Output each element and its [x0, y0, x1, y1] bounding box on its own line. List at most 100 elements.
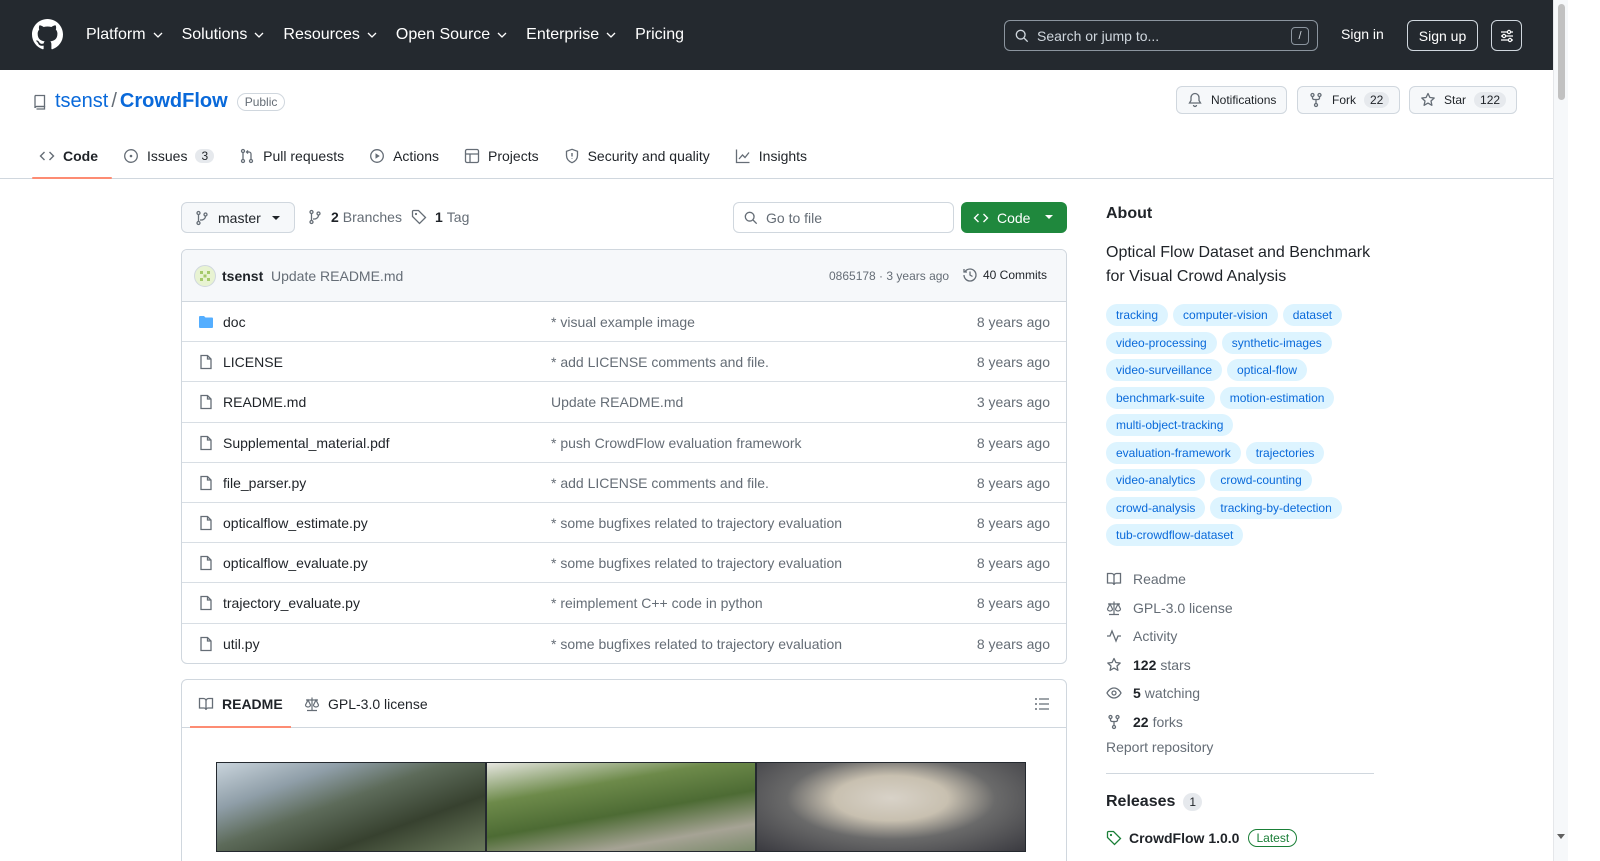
- fork-button[interactable]: Fork 22: [1297, 86, 1401, 114]
- tab-pull-requests[interactable]: Pull requests: [232, 134, 358, 178]
- tab-projects[interactable]: Projects: [457, 134, 553, 178]
- file-commit-message[interactable]: * add LICENSE comments and file.: [551, 354, 769, 370]
- topic-tag[interactable]: video-analytics: [1106, 469, 1206, 491]
- nav-resources[interactable]: Resources: [283, 26, 377, 44]
- star-button[interactable]: Star 122: [1409, 86, 1518, 114]
- file-name-link[interactable]: LICENSE: [223, 354, 283, 370]
- table-icon: [464, 148, 480, 164]
- topic-tag[interactable]: optical-flow: [1227, 359, 1308, 381]
- file-commit-message[interactable]: Update README.md: [551, 394, 683, 410]
- report-repository-link[interactable]: Report repository: [1106, 739, 1213, 755]
- sign-up-button[interactable]: Sign up: [1407, 20, 1478, 51]
- file-commit-message[interactable]: * push CrowdFlow evaluation framework: [551, 435, 802, 451]
- tab-security[interactable]: Security and quality: [557, 134, 724, 178]
- appearance-settings-button[interactable]: [1491, 20, 1522, 51]
- file-row[interactable]: Supplemental_material.pdf * push CrowdFl…: [182, 423, 1066, 463]
- topic-tag[interactable]: video-processing: [1106, 331, 1217, 354]
- commit-hash-age[interactable]: 0865178 · 3 years ago: [829, 269, 949, 283]
- file-name-link[interactable]: doc: [223, 314, 246, 330]
- topic-tag[interactable]: synthetic-images: [1221, 331, 1332, 354]
- tab-code[interactable]: Code: [32, 134, 112, 179]
- file-age: 8 years ago: [976, 314, 1050, 330]
- topic-tag[interactable]: crowd-analysis: [1106, 496, 1206, 519]
- file-name-link[interactable]: README.md: [223, 394, 306, 410]
- commits-history-link[interactable]: 40 Commits: [962, 267, 1047, 283]
- tags-link[interactable]: 1 Tag: [411, 209, 469, 225]
- stars-link[interactable]: 122 stars: [1106, 651, 1233, 680]
- pulse-icon: [1107, 629, 1121, 644]
- file-row[interactable]: opticalflow_evaluate.py * some bugfixes …: [182, 543, 1066, 584]
- file-commit-message[interactable]: * some bugfixes related to trajectory ev…: [551, 555, 842, 571]
- file-commit-message[interactable]: * add LICENSE comments and file.: [551, 475, 769, 491]
- file-name-link[interactable]: opticalflow_estimate.py: [223, 515, 368, 531]
- nav-open-source[interactable]: Open Source: [396, 26, 508, 44]
- eye-icon: [1106, 687, 1122, 699]
- releases-heading[interactable]: Releases 1: [1106, 793, 1203, 811]
- global-nav: Platform Solutions Resources Open Source…: [86, 0, 702, 70]
- topic-tag[interactable]: video-surveillance: [1106, 359, 1223, 381]
- sign-in-link[interactable]: Sign in: [1341, 26, 1384, 42]
- branches-link[interactable]: 2 Branches: [307, 209, 402, 225]
- file-row[interactable]: util.py * some bugfixes related to traje…: [182, 624, 1066, 664]
- repo-name-link[interactable]: CrowdFlow: [120, 90, 228, 113]
- topic-tag[interactable]: evaluation-framework: [1106, 441, 1241, 464]
- repo-owner-link[interactable]: tsenst: [55, 90, 108, 113]
- file-name-link[interactable]: util.py: [223, 636, 260, 652]
- file-row[interactable]: README.md Update README.md 3 years ago: [182, 382, 1066, 423]
- file-name-link[interactable]: file_parser.py: [223, 475, 306, 491]
- topic-tag[interactable]: motion-estimation: [1219, 386, 1335, 409]
- scroll-down-arrow-icon[interactable]: [1557, 834, 1565, 839]
- tab-license[interactable]: GPL-3.0 license: [304, 680, 428, 727]
- activity-link[interactable]: Activity: [1106, 622, 1233, 651]
- latest-release-link[interactable]: CrowdFlow 1.0.0 Latest: [1106, 829, 1298, 847]
- topic-tag[interactable]: crowd-counting: [1210, 469, 1312, 491]
- code-dropdown-button[interactable]: Code: [961, 202, 1067, 233]
- avatar[interactable]: [194, 265, 216, 287]
- nav-enterprise[interactable]: Enterprise: [526, 26, 617, 44]
- notifications-button[interactable]: Notifications: [1176, 86, 1288, 114]
- topic-tag[interactable]: computer-vision: [1173, 304, 1278, 326]
- forks-link[interactable]: 22 forks: [1106, 708, 1233, 737]
- topic-tag[interactable]: multi-object-tracking: [1106, 414, 1234, 436]
- topic-tag[interactable]: tracking-by-detection: [1210, 496, 1342, 519]
- file-row[interactable]: LICENSE * add LICENSE comments and file.…: [182, 342, 1066, 383]
- github-logo-icon[interactable]: [32, 19, 63, 50]
- tab-insights[interactable]: Insights: [728, 134, 821, 178]
- go-to-file-input[interactable]: Go to file: [733, 202, 954, 233]
- file-row[interactable]: file_parser.py * add LICENSE comments an…: [182, 463, 1066, 503]
- topic-tag[interactable]: dataset: [1282, 304, 1343, 326]
- tab-actions[interactable]: Actions: [362, 134, 453, 178]
- file-row[interactable]: trajectory_evaluate.py * reimplement C++…: [182, 583, 1066, 624]
- nav-solutions[interactable]: Solutions: [182, 26, 266, 44]
- star-label: Star: [1444, 93, 1467, 107]
- file-name-link[interactable]: trajectory_evaluate.py: [223, 595, 360, 611]
- commit-author-link[interactable]: tsenst: [222, 268, 263, 284]
- file-row[interactable]: opticalflow_estimate.py * some bugfixes …: [182, 503, 1066, 544]
- watching-link[interactable]: 5 watching: [1106, 679, 1233, 708]
- readme-link[interactable]: Readme: [1106, 565, 1233, 594]
- tab-readme[interactable]: README: [190, 680, 291, 728]
- file-commit-message[interactable]: * visual example image: [551, 314, 695, 330]
- file-commit-message[interactable]: * some bugfixes related to trajectory ev…: [551, 636, 842, 652]
- file-commit-message[interactable]: * reimplement C++ code in python: [551, 595, 763, 611]
- license-link[interactable]: GPL-3.0 license: [1106, 594, 1233, 623]
- nav-pricing[interactable]: Pricing: [635, 26, 684, 44]
- file-row[interactable]: doc * visual example image 8 years ago: [182, 302, 1066, 343]
- tab-issues[interactable]: Issues 3: [116, 134, 228, 178]
- topic-tag[interactable]: trajectories: [1245, 441, 1325, 464]
- branch-name: master: [218, 209, 261, 226]
- file-commit-message[interactable]: * some bugfixes related to trajectory ev…: [551, 515, 842, 531]
- file-name-link[interactable]: opticalflow_evaluate.py: [223, 555, 368, 571]
- branch-selector[interactable]: master: [181, 202, 295, 233]
- topic-tag[interactable]: tub-crowdflow-dataset: [1106, 524, 1244, 546]
- branch-icon: [309, 209, 321, 225]
- page-scrollbar[interactable]: [1553, 0, 1568, 861]
- file-name-link[interactable]: Supplemental_material.pdf: [223, 435, 390, 451]
- list-unordered-icon[interactable]: [1034, 696, 1050, 712]
- commit-message-link[interactable]: Update README.md: [271, 268, 403, 284]
- topic-tag[interactable]: benchmark-suite: [1106, 386, 1215, 409]
- scrollbar-thumb[interactable]: [1558, 4, 1565, 100]
- nav-platform[interactable]: Platform: [86, 26, 164, 44]
- topic-tag[interactable]: tracking: [1106, 304, 1169, 326]
- global-search-input[interactable]: Search or jump to... /: [1004, 20, 1318, 51]
